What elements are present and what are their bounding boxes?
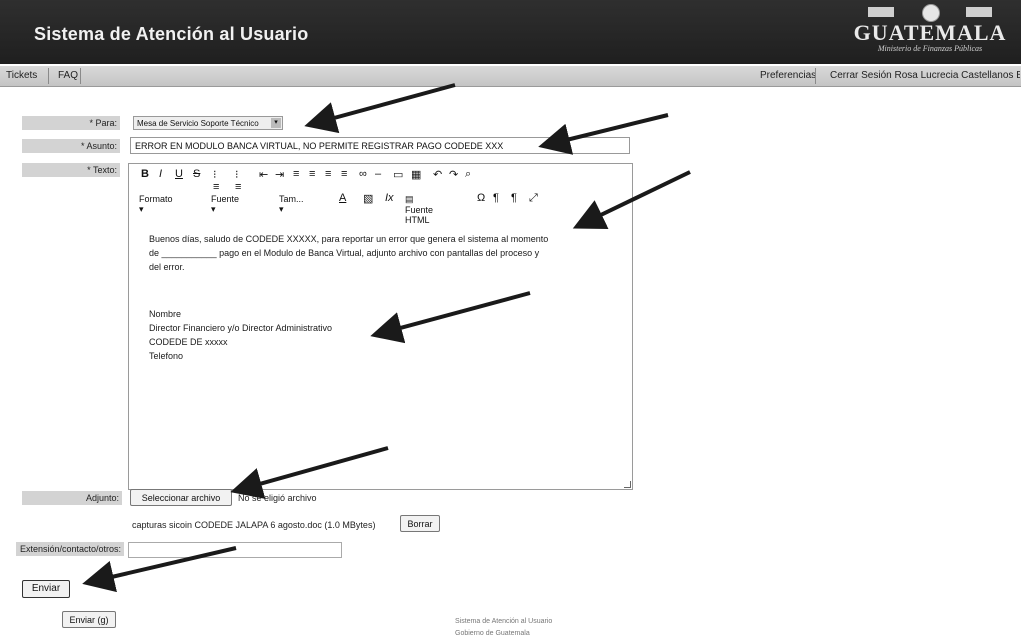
arrow-to-body [572, 170, 691, 229]
arrow-to-para [304, 83, 456, 134]
arrow-to-send [82, 546, 237, 593]
arrow-to-signature [370, 291, 531, 344]
arrow-to-asunto [538, 113, 669, 155]
arrow-to-file [230, 446, 389, 499]
annotation-arrows [82, 83, 691, 593]
